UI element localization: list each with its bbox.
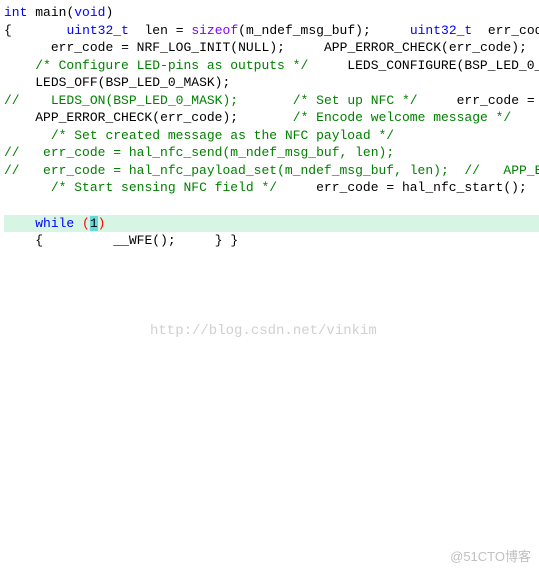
code-line: /* Start sensing NFC field */	[20, 180, 277, 195]
code-line: uint32_t len = sizeof(m_ndef_msg_buf);	[35, 23, 371, 38]
blank-line	[246, 93, 254, 108]
line-comment: //	[4, 145, 20, 160]
line-comment: //	[4, 93, 20, 108]
code-line: // APP_ERROR_CHECK(err_code);	[457, 163, 539, 178]
code-line: // LEDS_ON(BSP_LED_0_MASK);	[4, 93, 238, 108]
blank-line	[4, 198, 12, 213]
fn-leds-configure: LEDS_CONFIGURE	[347, 58, 456, 73]
code-line: /* Configure LED-pins as outputs */	[4, 58, 308, 73]
blank-line	[4, 180, 12, 195]
comment: /* Configure LED-pins as outputs */	[35, 58, 308, 73]
highlighted-line: while (1)	[4, 215, 539, 233]
keyword-void: void	[74, 5, 105, 20]
var-len: len	[145, 23, 168, 38]
fn-app-error-check: APP_ERROR_CHECK	[503, 163, 539, 178]
fn-main: main	[35, 5, 66, 20]
line-comment: //	[464, 163, 480, 178]
code-line: err_code = hal_nfc_setup(nfc_callback, N…	[425, 93, 539, 108]
code-line: // err_code = hal_nfc_send(m_ndef_msg_bu…	[4, 145, 394, 160]
code-line: LEDS_CONFIGURE(BSP_LED_0_MASK);	[316, 58, 539, 73]
fn-leds-on: LEDS_ON	[51, 93, 106, 108]
comment: /* Set up NFC */	[293, 93, 418, 108]
var-buf: m_ndef_msg_buf	[246, 23, 355, 38]
code-line: int main(void)	[4, 5, 113, 20]
blank-line	[535, 40, 539, 55]
blank-line	[4, 40, 12, 55]
code-line: LEDS_OFF(BSP_LED_0_MASK);	[4, 75, 230, 90]
fn-leds-off: LEDS_OFF	[35, 75, 97, 90]
blank-line	[20, 23, 28, 38]
code-line: APP_ERROR_CHECK(err_code);	[4, 110, 238, 125]
fn-hal-nfc-payload-set: hal_nfc_payload_set	[129, 163, 277, 178]
fn-app-error-check: APP_ERROR_CHECK	[35, 110, 152, 125]
keyword-uint32: uint32_t	[66, 23, 128, 38]
code-line: err_code = NRF_LOG_INIT(NULL);	[20, 40, 285, 55]
code-line: /* Set created message as the NFC payloa…	[20, 128, 394, 143]
code-line: welcome_msg_encode(m_ndef_msg_buf, &len)…	[519, 110, 539, 125]
code-line: err_code = hal_nfc_start();	[285, 180, 527, 195]
code-line: /* Encode welcome message */	[262, 110, 512, 125]
blank-line	[4, 128, 12, 143]
keyword-while: while	[35, 216, 74, 231]
comment: /* Encode welcome message */	[293, 110, 511, 125]
code-line: }	[184, 233, 223, 248]
brace: }	[230, 233, 238, 248]
var-errcode: err_code	[488, 23, 539, 38]
code-line: uint32_t err_code;	[379, 23, 539, 38]
fn-wfe: __WFE	[113, 233, 152, 248]
code-line: }	[230, 233, 238, 248]
code-line: /* Set up NFC */	[262, 93, 418, 108]
code-line: __WFE();	[51, 233, 176, 248]
fn-hal-nfc-send: hal_nfc_send	[129, 145, 223, 160]
blank-line	[246, 110, 254, 125]
fn-hal-nfc-start: hal_nfc_start	[402, 180, 503, 195]
keyword-uint32: uint32_t	[410, 23, 472, 38]
brace: }	[215, 233, 223, 248]
line-comment: //	[4, 163, 20, 178]
code-line: APP_ERROR_CHECK(err_code);	[535, 180, 539, 195]
code-line: {	[4, 233, 43, 248]
keyword-int: int	[4, 5, 27, 20]
comment: /* Set created message as the NFC payloa…	[51, 128, 394, 143]
lparen: (	[82, 216, 90, 231]
brace: {	[4, 23, 12, 38]
code-block: int main(void) { uint32_t len = sizeof(m…	[0, 0, 539, 250]
comment: /* Start sensing NFC field */	[51, 180, 277, 195]
watermark-url: http://blog.csdn.net/vinkim	[150, 322, 377, 341]
watermark-corner: @51CTO博客	[450, 548, 531, 566]
code-line: APP_ERROR_CHECK(err_code);	[293, 40, 527, 55]
literal-one: 1	[90, 216, 98, 231]
code-line: {	[4, 23, 12, 38]
keyword-sizeof: sizeof	[191, 23, 238, 38]
code-line: // err_code = hal_nfc_payload_set(m_ndef…	[4, 163, 449, 178]
fn-nrf-log-init: NRF_LOG_INIT	[137, 40, 231, 55]
null: NULL	[238, 40, 269, 55]
fn-app-error-check: APP_ERROR_CHECK	[324, 40, 441, 55]
brace: {	[35, 233, 43, 248]
rparen: )	[98, 216, 106, 231]
